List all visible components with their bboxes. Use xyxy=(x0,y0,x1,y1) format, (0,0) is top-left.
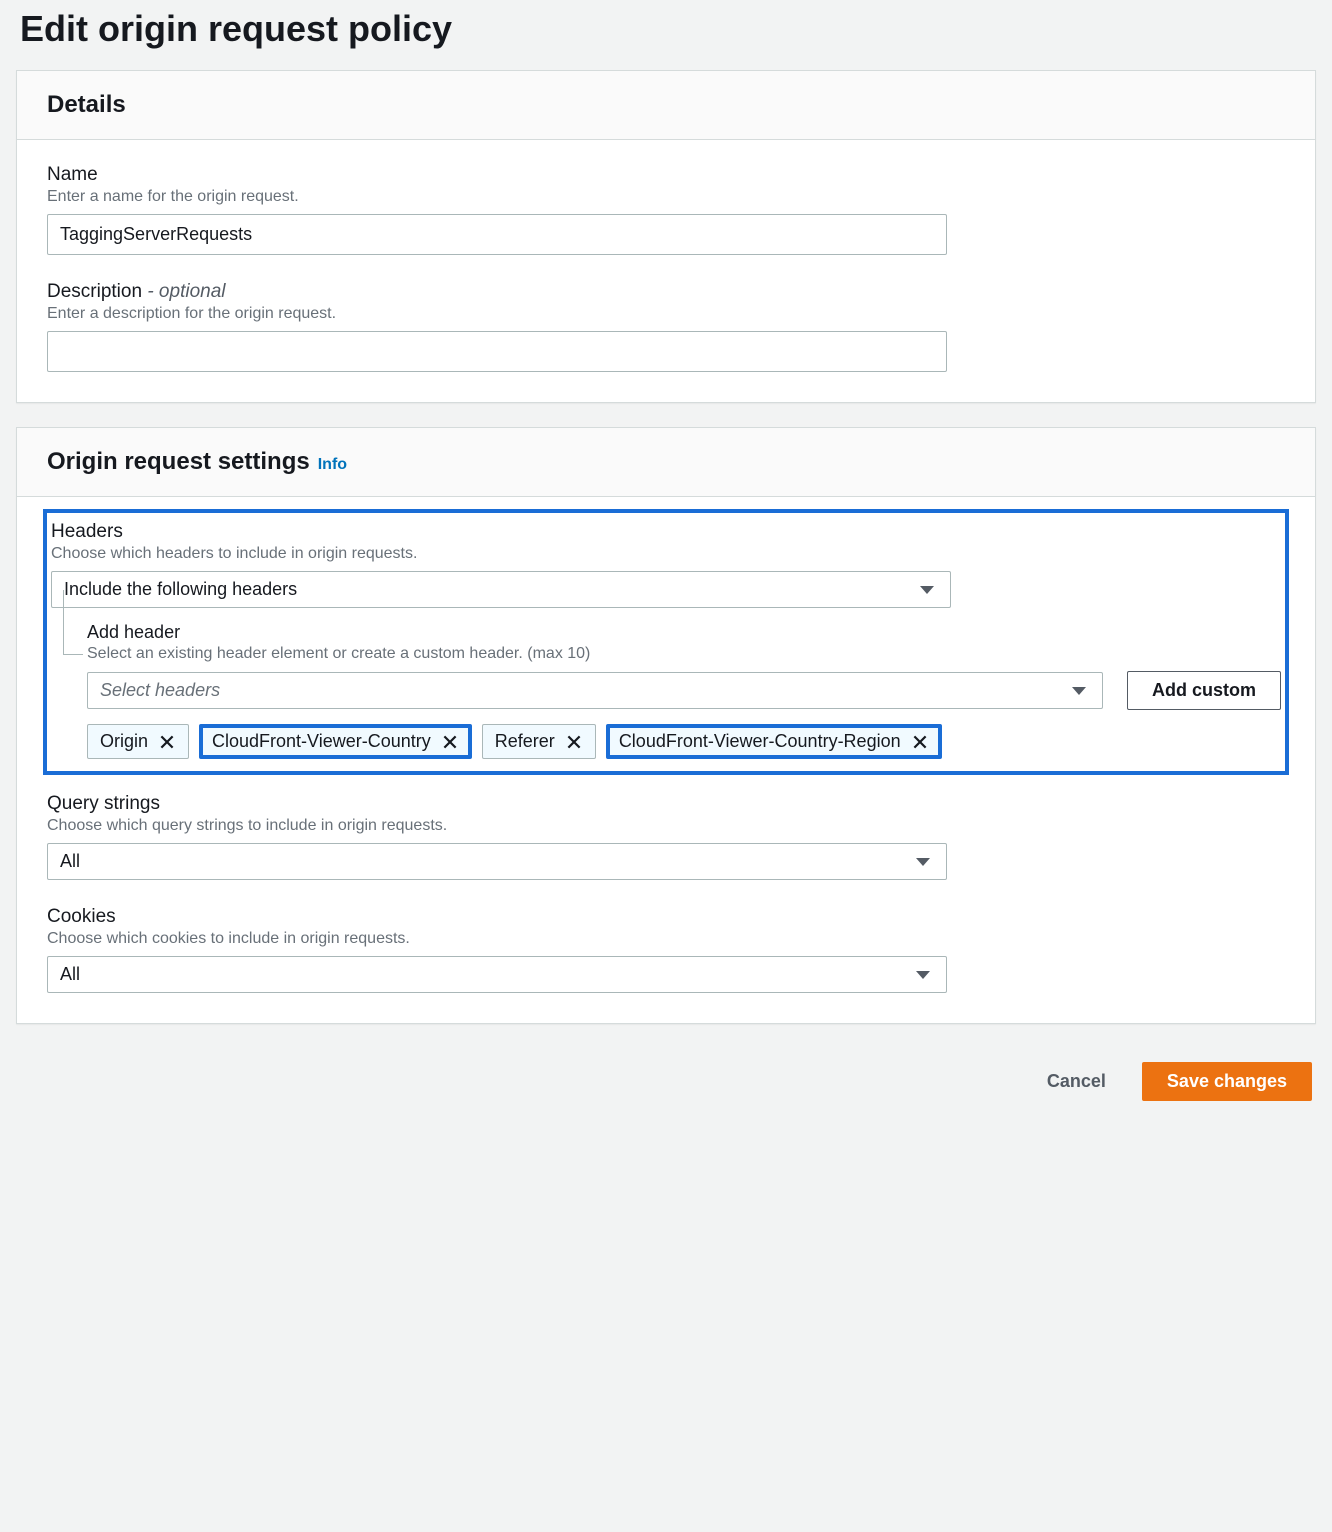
close-icon[interactable] xyxy=(158,733,176,751)
query-strings-selected-value: All xyxy=(60,851,80,872)
header-chip: Referer xyxy=(482,724,596,759)
header-chip: Origin xyxy=(87,724,189,759)
select-headers-placeholder: Select headers xyxy=(100,680,220,701)
query-strings-label: Query strings xyxy=(47,793,1285,815)
header-chip-label: CloudFront-Viewer-Country xyxy=(212,731,431,752)
close-icon[interactable] xyxy=(565,733,583,751)
caret-down-icon xyxy=(916,971,930,979)
caret-down-icon xyxy=(1072,687,1086,695)
description-optional: - optional xyxy=(142,281,225,302)
settings-panel: Origin request settings Info Headers Cho… xyxy=(16,427,1316,1024)
name-hint: Enter a name for the origin request. xyxy=(47,188,1285,206)
add-custom-button[interactable]: Add custom xyxy=(1127,671,1281,710)
page-title: Edit origin request policy xyxy=(0,0,1332,70)
caret-down-icon xyxy=(916,858,930,866)
query-strings-select[interactable]: All xyxy=(47,843,947,880)
headers-hint: Choose which headers to include in origi… xyxy=(51,545,1281,563)
header-chip: CloudFront-Viewer-Country-Region xyxy=(606,724,942,759)
details-heading: Details xyxy=(17,71,1315,140)
select-headers-dropdown[interactable]: Select headers xyxy=(87,672,1103,709)
details-panel: Details Name Enter a name for the origin… xyxy=(16,70,1316,403)
cancel-button[interactable]: Cancel xyxy=(1023,1062,1130,1101)
header-chip-label: Origin xyxy=(100,731,148,752)
cookies-label: Cookies xyxy=(47,906,1285,928)
description-input[interactable] xyxy=(47,331,947,372)
cookies-select[interactable]: All xyxy=(47,956,947,993)
name-input[interactable] xyxy=(47,214,947,255)
header-chip-label: CloudFront-Viewer-Country-Region xyxy=(619,731,901,752)
header-chip-label: Referer xyxy=(495,731,555,752)
description-label: Description xyxy=(47,281,142,302)
headers-selected-value: Include the following headers xyxy=(64,579,297,600)
headers-label: Headers xyxy=(51,521,1281,543)
caret-down-icon xyxy=(920,586,934,594)
header-chip: CloudFront-Viewer-Country xyxy=(199,724,472,759)
headers-select[interactable]: Include the following headers xyxy=(51,571,951,608)
cookies-hint: Choose which cookies to include in origi… xyxy=(47,930,1285,948)
close-icon[interactable] xyxy=(441,733,459,751)
cookies-selected-value: All xyxy=(60,964,80,985)
description-hint: Enter a description for the origin reque… xyxy=(47,305,1285,323)
info-link[interactable]: Info xyxy=(318,456,347,474)
name-label: Name xyxy=(47,164,1285,186)
close-icon[interactable] xyxy=(911,733,929,751)
add-header-hint: Select an existing header element or cre… xyxy=(87,645,1281,663)
save-button[interactable]: Save changes xyxy=(1142,1062,1312,1101)
settings-heading: Origin request settings xyxy=(47,448,310,476)
add-header-label: Add header xyxy=(87,622,1281,643)
query-strings-hint: Choose which query strings to include in… xyxy=(47,817,1285,835)
